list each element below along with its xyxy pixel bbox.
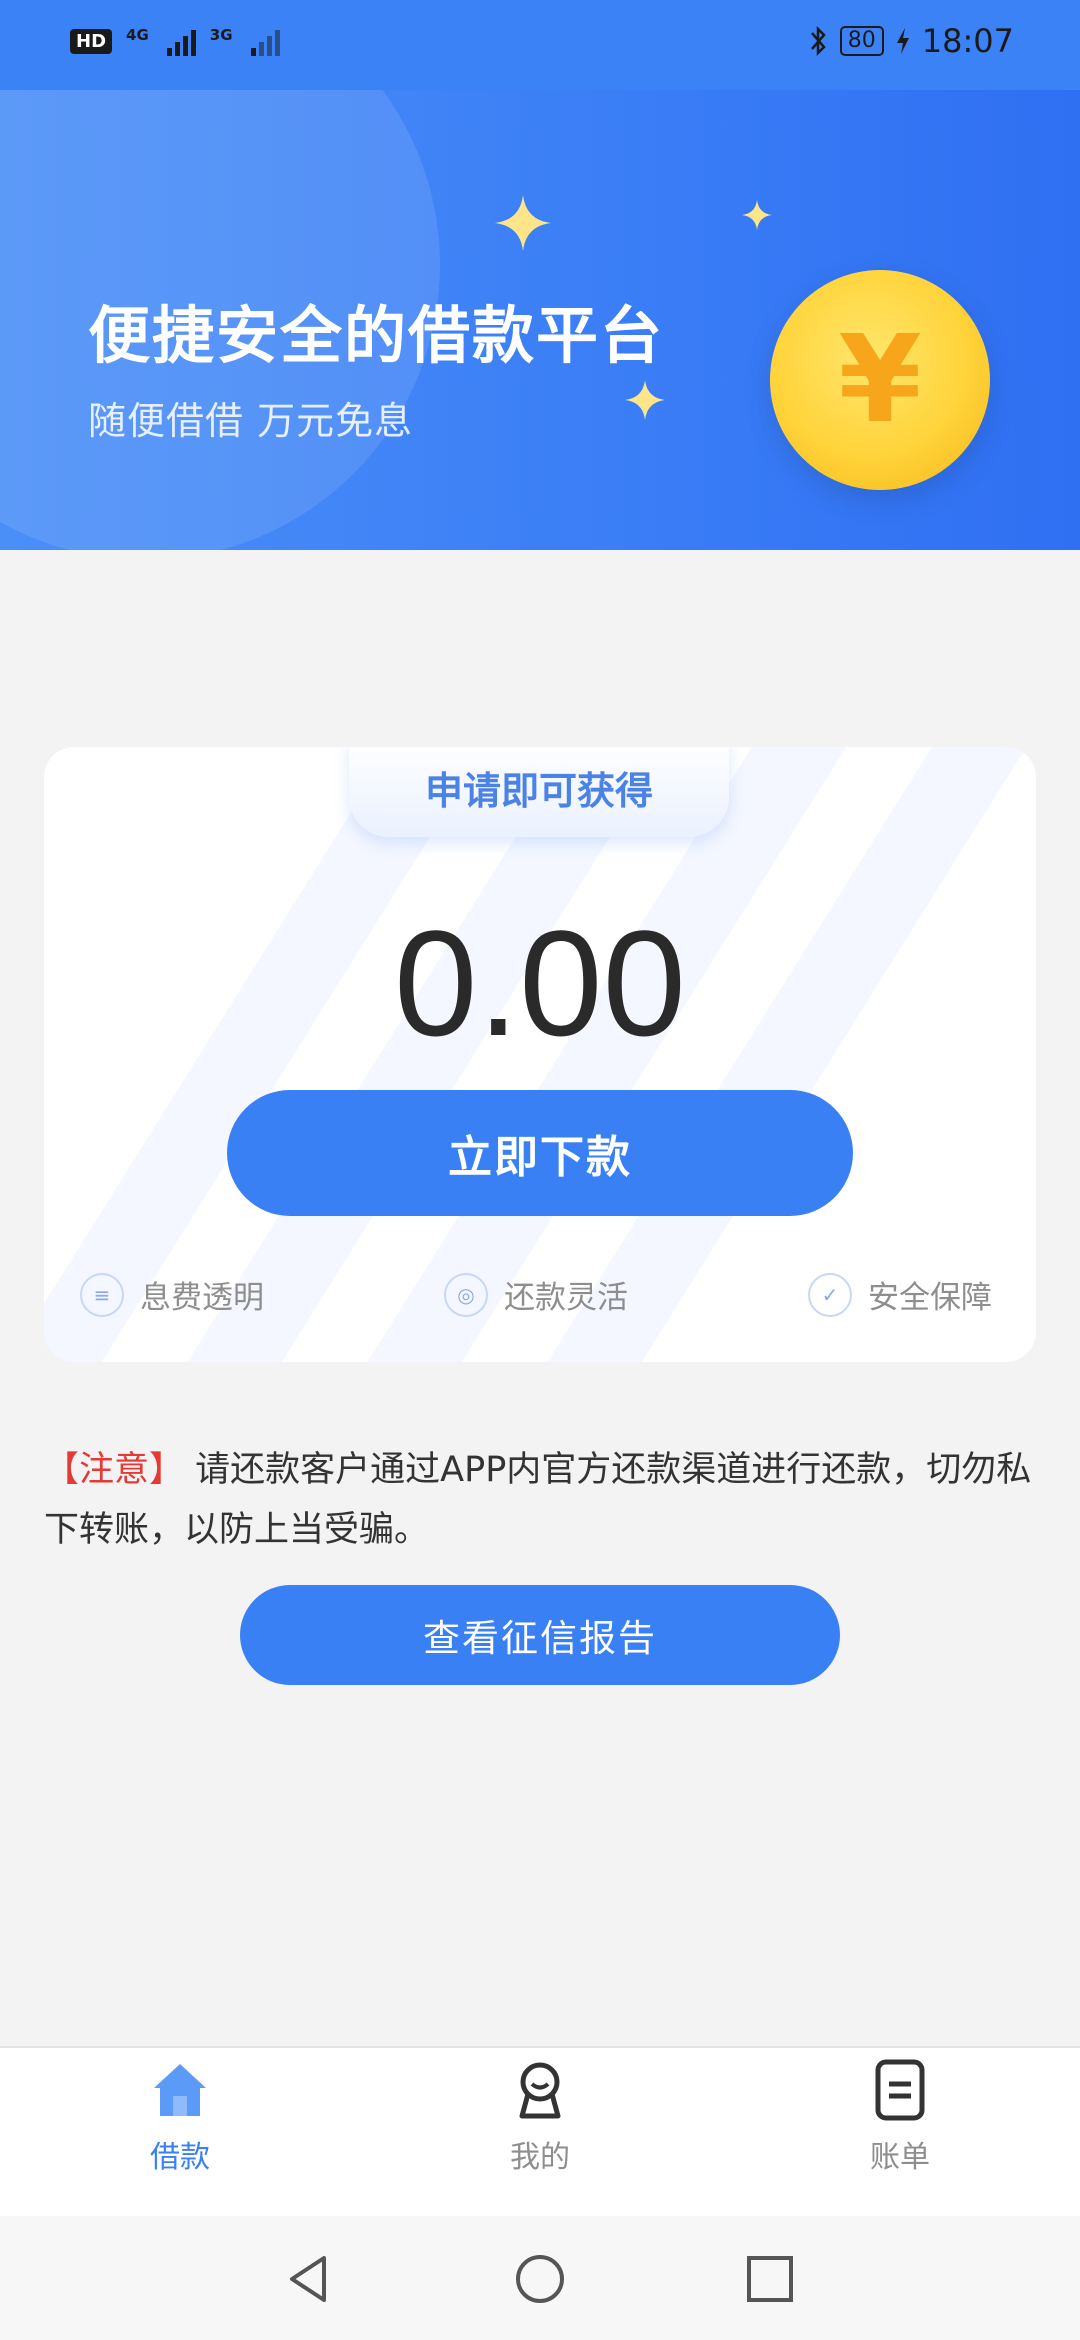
sparkle-icon-medium [625, 380, 665, 420]
yen-symbol: ¥ [838, 310, 922, 450]
loan-card: 申请即可获得 0.00 立即下款 ≡ 息费透明 ◎ 还款灵活 ✓ 安全保障 [44, 747, 1036, 1362]
recents-icon[interactable] [745, 2254, 795, 2304]
notice-text: 【注意】 请还款客户通过APP内官方还款渠道进行还款，切勿私下转账，以防上当受骗… [44, 1440, 1034, 1560]
system-nav-bar [0, 2216, 1080, 2340]
shield-icon: ✓ [808, 1272, 852, 1317]
sparkle-icon [495, 195, 551, 251]
view-credit-report-button[interactable]: 查看征信报告 [240, 1585, 840, 1685]
tab-label: 借款 [150, 2140, 210, 2175]
home-nav-icon[interactable] [515, 2254, 565, 2304]
notice-prefix: 【注意】 [44, 1450, 185, 1490]
coin-icon: ¥ [770, 270, 990, 490]
battery-indicator: 80 [839, 26, 884, 56]
tab-label: 我的 [510, 2140, 570, 2175]
hero-subtitle: 随便借借 万元免息 [88, 399, 414, 443]
feature-label: 还款灵活 [504, 1280, 628, 1316]
feature-item: ≡ 息费透明 [80, 1272, 264, 1317]
card-tag: 申请即可获得 [349, 747, 729, 837]
feature-label: 安全保障 [868, 1280, 992, 1316]
sim1-network-label: 4G [126, 26, 149, 44]
clock: 18:07 [921, 22, 1014, 60]
list-icon: ≡ [80, 1272, 124, 1317]
feature-item: ✓ 安全保障 [808, 1272, 992, 1317]
signal-icon-2 [250, 26, 280, 56]
notice-body: 请还款客户通过APP内官方还款渠道进行还款，切勿私下转账，以防上当受骗。 [44, 1450, 1032, 1550]
status-right: 80 18:07 [808, 22, 1014, 60]
status-left: HD 4G 3G [70, 26, 280, 56]
profile-icon [519, 2062, 561, 2119]
back-icon[interactable] [284, 2254, 334, 2304]
home-icon [154, 2064, 206, 2116]
get-loan-button[interactable]: 立即下款 [227, 1090, 853, 1216]
bill-icon [875, 2059, 925, 2121]
sim2-network-label: 3G [209, 26, 233, 44]
status-bar: HD 4G 3G 80 18:07 [0, 0, 1080, 90]
tab-label: 账单 [870, 2140, 930, 2175]
loan-amount: 0.00 [394, 899, 686, 1067]
hero-title: 便捷安全的借款平台 [88, 299, 665, 372]
sparkle-icon-small [742, 200, 772, 230]
bottom-tab-bar: 借款 我的 账单 [0, 2046, 1080, 2218]
tab-mine[interactable]: 我的 [440, 2058, 640, 2176]
target-icon: ◎ [444, 1272, 488, 1317]
signal-icon [166, 26, 196, 56]
bluetooth-icon [810, 25, 826, 57]
feature-list: ≡ 息费透明 ◎ 还款灵活 ✓ 安全保障 [80, 1272, 1036, 1322]
hd-badge: HD [70, 28, 113, 54]
feature-item: ◎ 还款灵活 [444, 1272, 628, 1317]
tab-loan[interactable]: 借款 [80, 2058, 280, 2176]
tab-bill[interactable]: 账单 [800, 2058, 1000, 2176]
hero-banner: 便捷安全的借款平台 随便借借 万元免息 ¥ [0, 90, 1080, 550]
charging-icon [896, 28, 909, 54]
feature-label: 息费透明 [140, 1280, 264, 1316]
